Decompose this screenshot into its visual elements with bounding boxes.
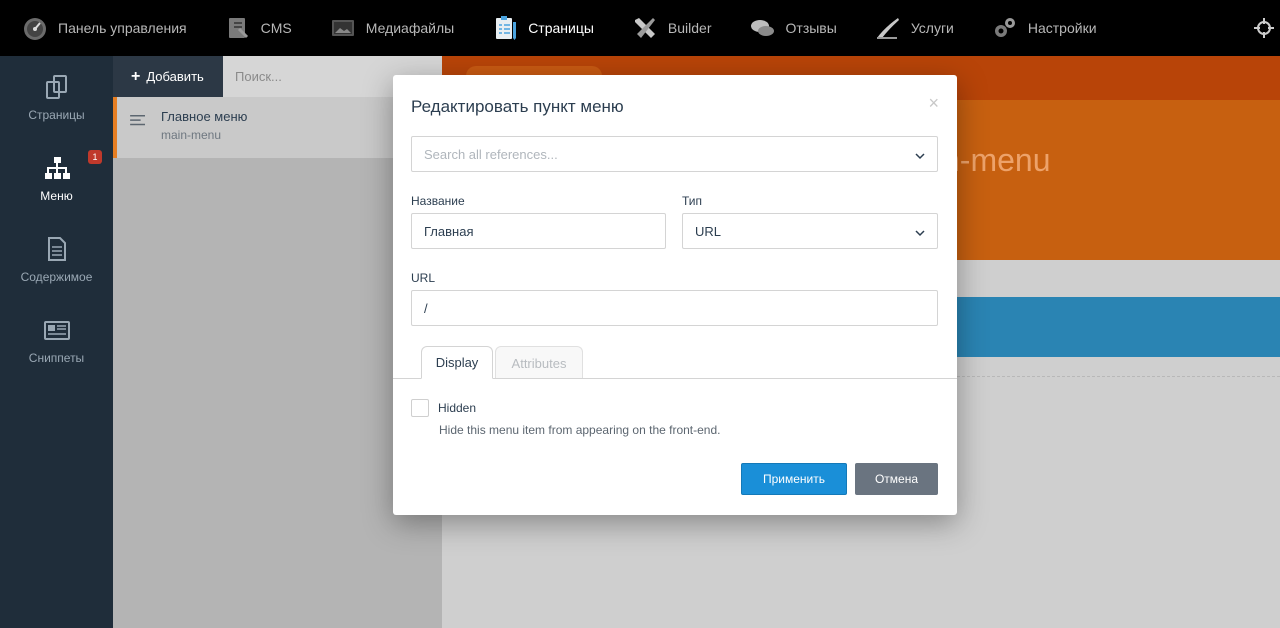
nav-media[interactable]: Медиафайлы [308,0,470,56]
top-navigation-bar: Панель управления CMS Медиафайлы Страниц… [0,0,1280,56]
tab-display[interactable]: Display [421,346,493,379]
chevron-down-icon [915,226,925,237]
services-icon [873,13,903,43]
nav-label: Медиафайлы [365,20,455,36]
nav-reviews[interactable]: Отзывы [728,0,853,56]
chevron-down-icon [915,149,925,160]
type-value: URL [695,223,722,239]
nav-label: Панель управления [58,20,187,36]
cancel-button[interactable]: Отмена [855,463,938,495]
url-field[interactable]: / [411,290,938,326]
pages-icon [490,13,520,43]
nav-label: CMS [260,20,292,36]
settings-icon [990,13,1020,43]
hidden-help-text: Hide this menu item from appearing on th… [439,423,721,437]
move-icon[interactable] [1252,16,1276,40]
nav-label: Страницы [528,20,594,36]
apply-button[interactable]: Применить [741,463,847,495]
nav-label: Настройки [1027,20,1097,36]
nav-cms[interactable]: CMS [203,0,308,56]
reference-placeholder: Search all references... [424,146,558,162]
name-field[interactable]: Главная [411,213,666,249]
tab-attributes[interactable]: Attributes [495,346,583,379]
nav-pages[interactable]: Страницы [470,0,610,56]
url-label: URL [411,271,436,285]
edit-menu-item-dialog: Редактировать пункт меню × Search all re… [393,75,957,515]
nav-label: Услуги [910,20,954,36]
type-select[interactable]: URL [682,213,938,249]
nav-builder[interactable]: Builder [610,0,728,56]
cms-icon [223,13,253,43]
builder-icon [630,13,660,43]
url-value: / [424,300,428,316]
nav-settings[interactable]: Настройки [970,0,1113,56]
nav-label: Builder [667,20,712,36]
nav-services[interactable]: Услуги [853,0,970,56]
dialog-title: Редактировать пункт меню [411,97,624,116]
nav-label: Отзывы [785,20,837,36]
hidden-checkbox-label[interactable]: Hidden [438,401,476,415]
name-label: Название [411,194,465,208]
name-value: Главная [424,223,474,239]
dashboard-icon [20,13,50,43]
media-icon [328,13,358,43]
reference-search-select[interactable]: Search all references... [411,136,938,172]
hidden-checkbox[interactable] [411,399,429,417]
type-label: Тип [682,194,703,208]
close-icon[interactable]: × [928,93,939,114]
nav-dashboard[interactable]: Панель управления [0,0,203,56]
reviews-icon [748,13,778,43]
